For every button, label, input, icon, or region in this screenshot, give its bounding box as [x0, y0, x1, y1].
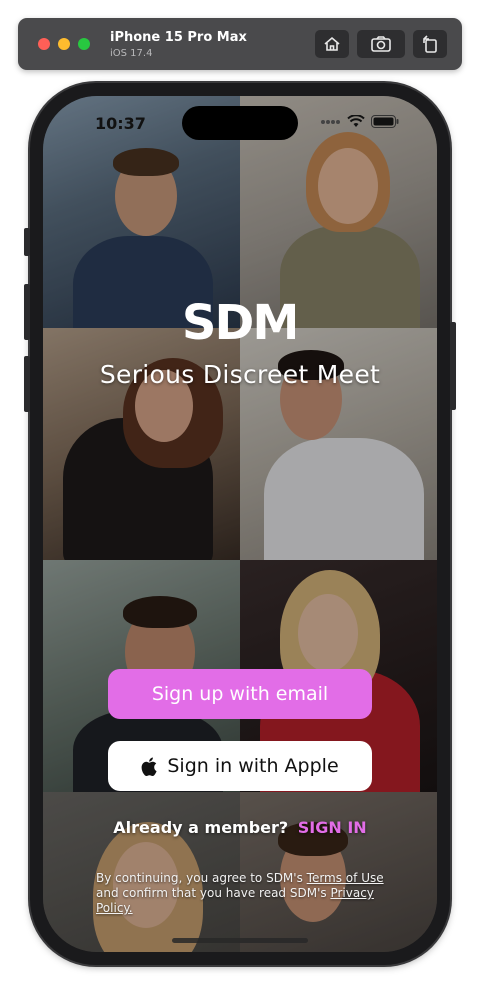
- sdm-logo-mark: SDM: [182, 295, 300, 351]
- home-button[interactable]: [315, 30, 349, 58]
- sign-in-link[interactable]: SIGN IN: [298, 818, 367, 837]
- home-icon: [324, 36, 340, 51]
- battery-icon: [371, 115, 399, 128]
- rotate-icon: [423, 35, 437, 53]
- member-row: Already a member? SIGN IN: [43, 818, 437, 837]
- status-icons: [321, 115, 399, 128]
- signup-email-label: Sign up with email: [151, 683, 329, 705]
- zoom-window-button[interactable]: [78, 38, 90, 50]
- logo-text: SDM: [185, 296, 295, 346]
- volume-up-button: [24, 284, 30, 340]
- tagline: Serious Discreet Meet: [99, 360, 381, 389]
- close-window-button[interactable]: [38, 38, 50, 50]
- legal-part-1: By continuing, you agree to SDM's: [96, 871, 307, 885]
- device-name: iPhone 15 Pro Max: [110, 30, 247, 45]
- member-prompt: Already a member?: [113, 818, 289, 837]
- legal-text: By continuing, you agree to SDM's Terms …: [96, 871, 396, 916]
- apple-signin-button[interactable]: Sign in with Apple: [108, 741, 372, 791]
- signup-email-button[interactable]: Sign up with email: [108, 669, 372, 719]
- simulator-toolbar: iPhone 15 Pro Max iOS 17.4: [18, 18, 462, 70]
- cellular-dots-icon: [321, 119, 340, 124]
- minimize-window-button[interactable]: [58, 38, 70, 50]
- wifi-icon: [347, 115, 365, 127]
- screenshot-icon: [371, 36, 391, 52]
- os-version: iOS 17.4: [110, 48, 153, 59]
- screenshot-button[interactable]: [357, 30, 405, 58]
- action-button: [24, 228, 30, 256]
- power-button: [450, 322, 456, 410]
- apple-signin-label: Sign in with Apple: [167, 755, 339, 777]
- volume-down-button: [24, 356, 30, 412]
- rotate-button[interactable]: [413, 30, 447, 58]
- status-time: 10:37: [95, 114, 146, 133]
- home-indicator[interactable]: [172, 938, 308, 943]
- terms-of-use-link[interactable]: Terms of Use: [307, 871, 384, 885]
- legal-part-2: and confirm that you have read SDM's: [96, 886, 331, 900]
- apple-icon: [141, 757, 157, 776]
- sdm-logo: SDM: [43, 295, 437, 351]
- dynamic-island: [182, 106, 298, 140]
- phone-screen: 10:37 SDM Serious Discreet Meet Sign up …: [43, 96, 437, 952]
